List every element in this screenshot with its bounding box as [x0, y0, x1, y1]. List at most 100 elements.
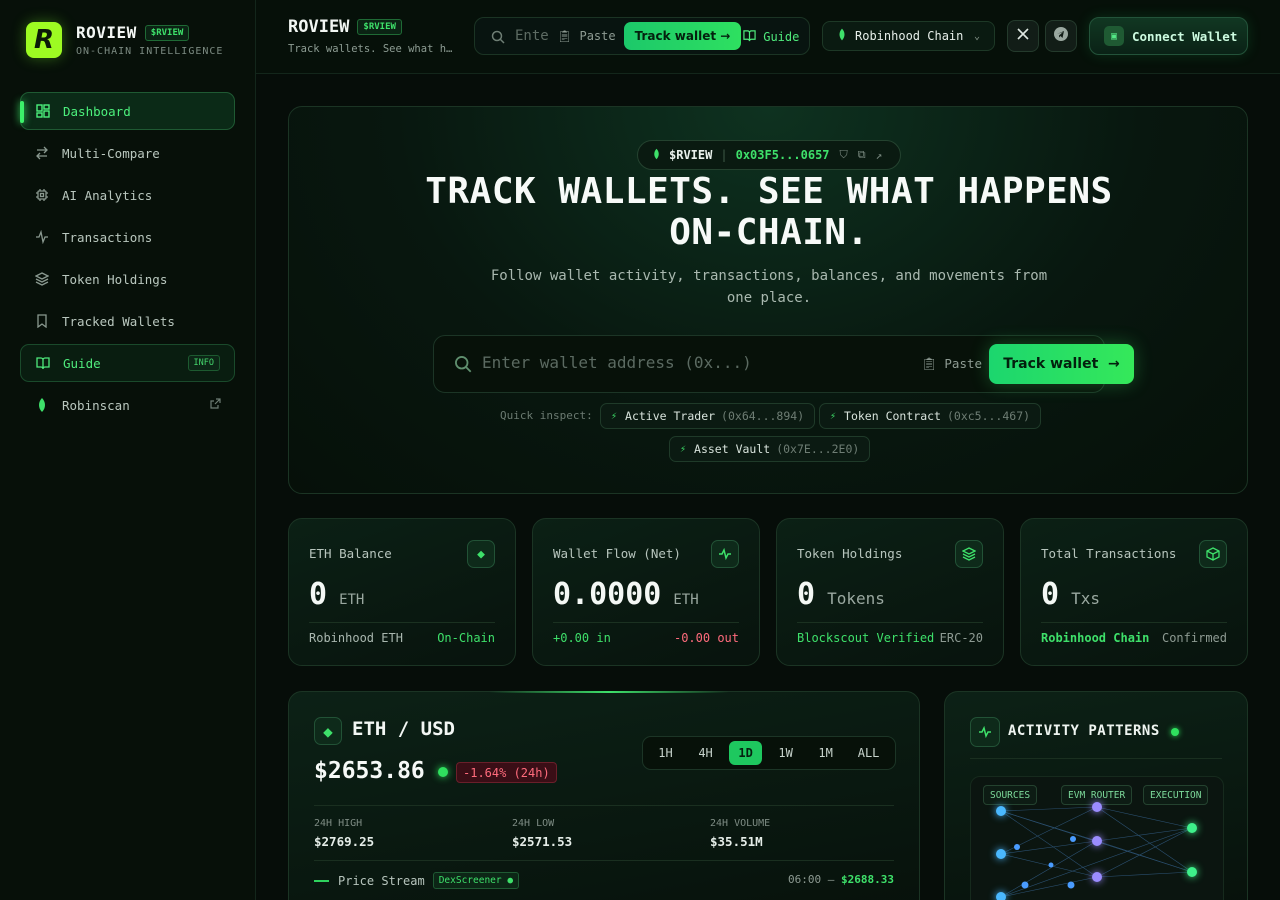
timeframe-1w[interactable]: 1W [769, 741, 802, 765]
header-search-input[interactable]: Enter wallet address [515, 28, 551, 44]
total-transactions-card: Total Transactions 0 Txs Robinhood Chain … [1020, 518, 1248, 666]
sidebar-item-multi-compare[interactable]: Multi-Compare [20, 134, 235, 172]
timeframe-all[interactable]: ALL [849, 741, 888, 765]
card-value: 0 Txs [1041, 577, 1100, 612]
card-foot-left: Robinhood Chain [1041, 631, 1150, 645]
divider [314, 805, 894, 806]
quick-chip-asset-vault[interactable]: ⚡︎ Asset Vault (0x7E...2E0) [669, 436, 871, 462]
telegram-icon [1053, 26, 1069, 46]
chain-selector[interactable]: Robinhood Chain ⌄ [822, 21, 995, 51]
contract-pill: $RVIEW | 0x03F5...0657 ⛉ ⧉ ↗ [637, 140, 901, 170]
value-unit: ETH [339, 592, 365, 608]
token-badge: $RVIEW [144, 24, 190, 41]
external-link-icon [210, 398, 221, 412]
telegram-button[interactable] [1045, 20, 1077, 52]
quick-inspect-label: Quick inspect: [500, 409, 593, 422]
card-value: 0.0000 ETH [553, 577, 699, 612]
card-label: ETH Balance [309, 546, 392, 561]
card-foot-right: Confirmed [1161, 631, 1227, 645]
sidebar-item-guide[interactable]: Guide INFO [20, 344, 235, 382]
eth-icon: ◆ [314, 717, 342, 745]
timeframe-1m[interactable]: 1M [809, 741, 842, 765]
external-link-icon[interactable]: ↗ [876, 149, 883, 162]
sidebar-item-label: AI Analytics [62, 187, 153, 203]
value-unit: Tokens [827, 589, 885, 608]
clipboard-icon: 📋︎ [557, 29, 573, 43]
eth-price-panel: ◆ ETH / USD $2653.86 -1.64% (24h) 1H 4H … [288, 691, 920, 900]
quick-chip-token-contract[interactable]: ⚡︎ Token Contract (0xc5...467) [819, 403, 1042, 429]
value-number: 0 [309, 577, 328, 612]
chip-name: Token Contract [844, 409, 941, 423]
paste-button[interactable]: 📋︎ Paste [921, 356, 982, 372]
contract-address: 0x03F5...0657 [735, 148, 830, 162]
sidebar-item-label: Transactions [62, 229, 153, 245]
header-search: Enter wallet address 📋︎ Paste Track wall… [474, 17, 810, 55]
cpu-icon [34, 187, 50, 203]
guide-label: Guide [763, 30, 800, 44]
price-stream-legend: Price Stream DexScreener ● [314, 872, 520, 889]
flow-out: -0.00 out [673, 631, 739, 645]
card-label: Wallet Flow (Net) [553, 546, 681, 561]
value-unit: Txs [1071, 589, 1100, 608]
divider [553, 622, 739, 623]
network-node [996, 806, 1006, 816]
timeframe-4h[interactable]: 4H [689, 741, 722, 765]
book-icon [743, 29, 756, 45]
brand-tagline: ON-CHAIN INTELLIGENCE [76, 46, 224, 57]
bolt-icon: ⚡︎ [830, 410, 837, 422]
value-unit: ETH [673, 592, 699, 608]
pulse-icon [970, 717, 1000, 747]
track-wallet-button[interactable]: Track wallet → [989, 344, 1134, 384]
x-social-button[interactable] [1007, 20, 1039, 52]
stream-time: 06:00 — [788, 873, 835, 886]
sidebar-item-robinscan[interactable]: Robinscan [20, 386, 235, 424]
timeframe-1d[interactable]: 1D [729, 741, 763, 765]
source-badge[interactable]: DexScreener ● [432, 872, 520, 889]
sidebar-item-token-holdings[interactable]: Token Holdings [20, 260, 235, 298]
layers-icon [955, 540, 983, 568]
sidebar-item-label: Robinscan [62, 397, 130, 413]
sidebar-item-dashboard[interactable]: Dashboard [20, 92, 235, 130]
header-token-badge: $RVIEW [357, 19, 402, 35]
header-track-button[interactable]: Track wallet → [624, 22, 741, 50]
live-indicator [438, 767, 448, 777]
header-paste-button[interactable]: 📋︎ Paste [557, 29, 616, 43]
chevron-down-icon: ⌄ [973, 30, 980, 42]
stat-24h-high: 24H HIGH $2769.25 [314, 818, 374, 849]
sidebar-item-ai-analytics[interactable]: AI Analytics [20, 176, 235, 214]
eth-icon: ◆ [467, 540, 495, 568]
execution-label: EXECUTION [1143, 785, 1209, 805]
price-pair: ETH / USD [352, 718, 455, 740]
divider [1041, 622, 1227, 623]
timeframe-1h[interactable]: 1H [649, 741, 682, 765]
header-title: ROVIEW $RVIEW Track wallets. See what ha… [288, 17, 456, 55]
network-node [1092, 872, 1102, 882]
sidebar-item-label: Dashboard [63, 103, 131, 119]
wallet-flow-card: Wallet Flow (Net) 0.0000 ETH +0.00 in -0.… [532, 518, 760, 666]
brand[interactable]: R ROVIEW $RVIEW ON-CHAIN INTELLIGENCE [26, 22, 223, 58]
sidebar-item-label: Guide [63, 355, 101, 371]
sidebar-item-tracked-wallets[interactable]: Tracked Wallets [20, 302, 235, 340]
quick-chip-active-trader[interactable]: ⚡︎ Active Trader (0x64...894) [600, 403, 816, 429]
wallet-search-input[interactable]: Enter wallet address (0x...) [482, 353, 752, 372]
connect-wallet-button[interactable]: ▣ Connect Wallet [1089, 17, 1248, 55]
copy-icon[interactable]: ⧉ [858, 148, 866, 162]
top-header: ROVIEW $RVIEW Track wallets. See what ha… [256, 0, 1280, 74]
bolt-icon: ⚡︎ [680, 443, 687, 455]
price-value: $2653.86 [314, 758, 425, 784]
bookmark-icon [34, 313, 50, 329]
card-foot-right: ERC-20 [939, 631, 983, 645]
source-label: DexScreener [438, 875, 502, 886]
stat-label: 24H VOLUME [710, 818, 771, 829]
sidebar-nav: Dashboard Multi-Compare AI Analytics Tra… [20, 92, 235, 428]
book-icon [35, 355, 51, 371]
contract-token: $RVIEW [669, 148, 713, 162]
stat-value: $2769.25 [314, 834, 375, 849]
arrow-right-icon: → [720, 29, 731, 43]
sidebar-item-transactions[interactable]: Transactions [20, 218, 235, 256]
network-node [1092, 836, 1102, 846]
compare-arrows-icon [34, 145, 50, 161]
card-label: Token Holdings [797, 546, 903, 561]
activity-title: ACTIVITY PATTERNS [1008, 723, 1160, 739]
header-guide-button[interactable]: Guide [741, 18, 800, 54]
